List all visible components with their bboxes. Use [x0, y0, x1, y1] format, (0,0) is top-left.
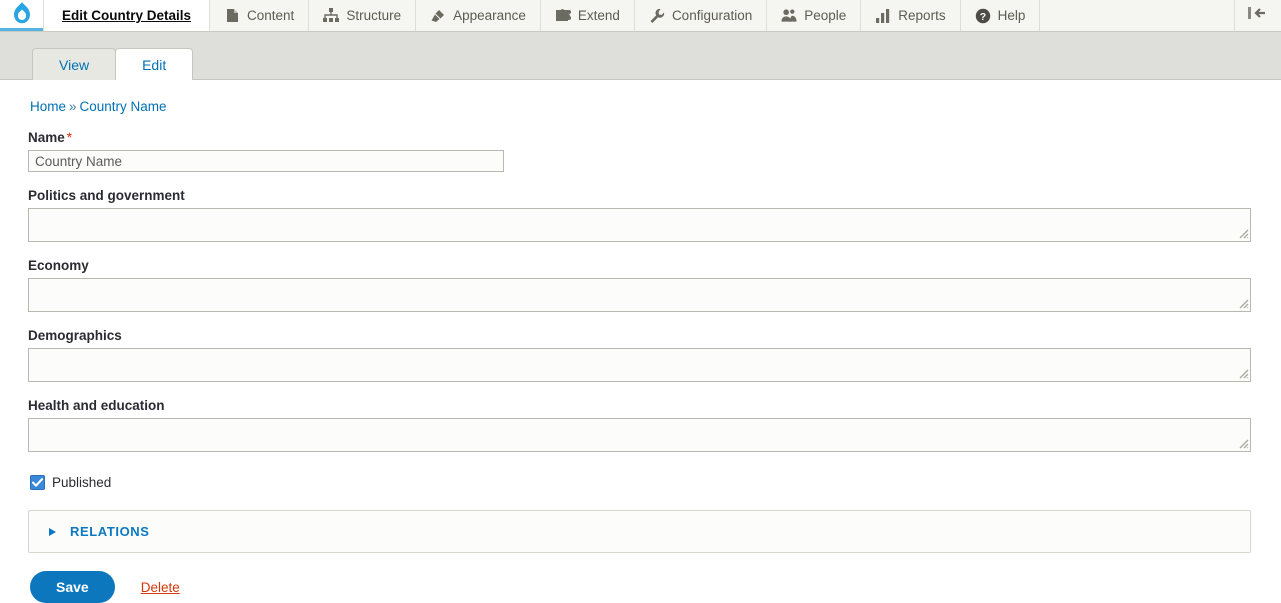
field-health-and-education: Health and education — [28, 398, 1253, 452]
relations-details[interactable]: RELATIONS — [28, 510, 1251, 553]
tab-label: Edit — [142, 57, 167, 73]
toolbar-item-label: Reports — [898, 8, 946, 23]
local-tasks-tabs: View Edit — [0, 32, 1281, 80]
toolbar-spacer — [1040, 0, 1235, 31]
field-name-label: Name * — [28, 130, 1253, 145]
wrench-icon — [649, 8, 665, 24]
name-input[interactable] — [28, 150, 504, 172]
textarea-wrapper — [28, 278, 1251, 312]
textarea-wrapper — [28, 208, 1251, 242]
field-economy: Economy — [28, 258, 1253, 312]
toolbar-item-configuration[interactable]: Configuration — [634, 0, 768, 31]
toolbar-item-edit-country-details[interactable]: Edit Country Details — [44, 0, 211, 31]
toolbar-item-content[interactable]: Content — [210, 0, 310, 31]
toolbar-item-structure[interactable]: Structure — [309, 0, 417, 31]
field-name-label-text: Name — [28, 130, 65, 145]
puzzle-piece-icon — [555, 8, 571, 24]
drupal-drop-icon — [12, 1, 32, 30]
field-economy-label: Economy — [28, 258, 89, 273]
toolbar-item-extend[interactable]: Extend — [540, 0, 635, 31]
field-demographics: Demographics — [28, 328, 1253, 382]
toolbar-item-people[interactable]: People — [767, 0, 862, 31]
relations-title: RELATIONS — [70, 524, 150, 539]
toolbar-item-label: Structure — [346, 8, 402, 23]
save-button[interactable]: Save — [30, 571, 115, 603]
tab-view[interactable]: View — [32, 48, 117, 80]
document-icon — [224, 8, 240, 24]
toolbar-item-label: People — [804, 8, 847, 23]
breadcrumb-link-current[interactable]: Country Name — [80, 99, 167, 114]
paintbrush-icon — [430, 8, 446, 24]
published-label[interactable]: Published — [52, 475, 111, 490]
field-name: Name * — [28, 130, 1253, 172]
economy-textarea[interactable] — [28, 278, 1251, 312]
drupal-logo[interactable] — [0, 0, 44, 31]
toolbar-item-label: Configuration — [671, 8, 753, 23]
checkmark-icon — [32, 478, 43, 487]
toolbar-item-label: Edit Country Details — [62, 8, 192, 23]
bar-chart-icon — [875, 8, 891, 24]
demographics-textarea[interactable] — [28, 348, 1251, 382]
field-politics-and-government: Politics and government — [28, 188, 1253, 242]
sitemap-icon — [323, 8, 340, 24]
page-content: Home»Country Name Name* Politics and gov… — [0, 80, 1281, 603]
toolbar-item-reports[interactable]: Reports — [861, 0, 961, 31]
politics-and-government-textarea[interactable] — [28, 208, 1251, 242]
published-checkbox[interactable] — [30, 475, 45, 490]
toolbar-item-label: Appearance — [453, 8, 526, 23]
textarea-wrapper — [28, 348, 1251, 382]
toolbar-orientation-toggle[interactable] — [1235, 0, 1281, 31]
health-and-education-textarea[interactable] — [28, 418, 1251, 452]
field-health-and-education-label: Health and education — [28, 398, 165, 413]
people-icon — [781, 8, 797, 24]
textarea-wrapper — [28, 418, 1251, 452]
required-marker: * — [66, 130, 73, 145]
question-mark-icon: ? — [975, 8, 991, 24]
toolbar-item-label: Extend — [577, 8, 620, 23]
field-demographics-label: Demographics — [28, 328, 122, 343]
collapse-left-icon — [1247, 6, 1269, 25]
toolbar-item-help[interactable]: ? Help — [960, 0, 1041, 31]
tab-label: View — [59, 57, 90, 73]
tab-edit[interactable]: Edit — [115, 48, 194, 80]
toolbar-item-label: Content — [247, 8, 295, 23]
svg-text:?: ? — [979, 10, 985, 22]
toolbar-item-appearance[interactable]: Appearance — [416, 0, 541, 31]
toolbar-item-label: Help — [997, 8, 1026, 23]
form-actions: Save Delete — [28, 571, 1253, 603]
field-politics-and-government-label: Politics and government — [28, 188, 185, 203]
breadcrumb-link-home[interactable]: Home — [30, 99, 66, 114]
admin-toolbar: Edit Country Details Content Structure A… — [0, 0, 1281, 32]
breadcrumb: Home» Country Name — [28, 80, 1253, 114]
breadcrumb-separator: » — [69, 99, 77, 114]
chevron-right-icon — [49, 527, 56, 536]
delete-link[interactable]: Delete — [141, 580, 180, 595]
published-field: Published — [28, 475, 1253, 490]
